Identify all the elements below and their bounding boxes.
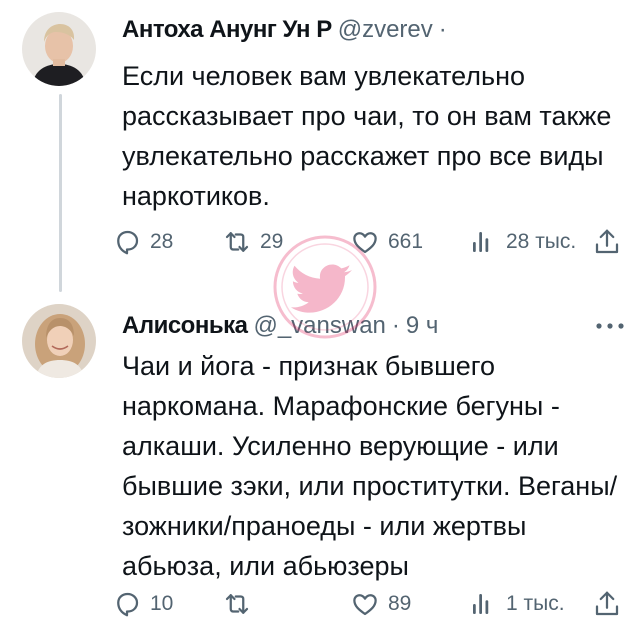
share-button[interactable] (592, 582, 622, 626)
separator-dot: · (391, 312, 400, 339)
twitter-bird-watermark (270, 232, 380, 342)
share-icon (595, 229, 619, 254)
avatar[interactable] (22, 304, 96, 378)
tweet-actions: 10 89 1 тыс. (112, 582, 630, 626)
share-button[interactable] (592, 220, 622, 264)
views-icon (473, 594, 489, 614)
views-button[interactable]: 1 тыс. (468, 582, 565, 626)
separator-dot: · (438, 16, 447, 43)
like-count: 661 (388, 230, 424, 253)
reply-icon (117, 592, 139, 617)
retweet-icon (225, 594, 249, 614)
views-count: 28 тыс. (506, 230, 577, 253)
tweet-header: Антоха Анунг Ун Р @zverev · (122, 10, 626, 50)
reply-icon (117, 230, 139, 255)
retweet-button[interactable] (222, 582, 260, 626)
heart-icon (353, 594, 377, 616)
like-button[interactable]: 89 (350, 582, 411, 626)
tweet-text: Если человек вам увлекательно рассказыва… (122, 61, 612, 211)
share-icon (595, 591, 619, 616)
retweet-icon (225, 232, 249, 252)
post-time[interactable]: 9 ч (406, 312, 439, 340)
thread-connector-line (59, 94, 62, 292)
views-count: 1 тыс. (506, 592, 565, 615)
more-icon (596, 323, 624, 329)
tweet[interactable]: Алисонька @_vanswan · 9 ч Чаи и йога - п… (0, 300, 640, 644)
author-handle[interactable]: @zverev (338, 16, 433, 44)
reply-button[interactable]: 28 (112, 220, 173, 264)
like-count: 89 (388, 592, 412, 615)
reply-count: 28 (150, 230, 174, 253)
views-icon (473, 232, 489, 252)
reply-button[interactable]: 10 (112, 582, 173, 626)
author-name[interactable]: Антоха Анунг Ун Р (122, 16, 332, 44)
views-button[interactable]: 28 тыс. (468, 220, 576, 264)
more-options-button[interactable] (592, 316, 628, 336)
twitter-bird-icon (273, 235, 377, 339)
avatar[interactable] (22, 12, 96, 86)
reply-count: 10 (150, 592, 174, 615)
tweet-text: Чаи и йога - признак бывшего наркомана. … (122, 351, 618, 581)
author-name[interactable]: Алисонька (122, 312, 248, 340)
